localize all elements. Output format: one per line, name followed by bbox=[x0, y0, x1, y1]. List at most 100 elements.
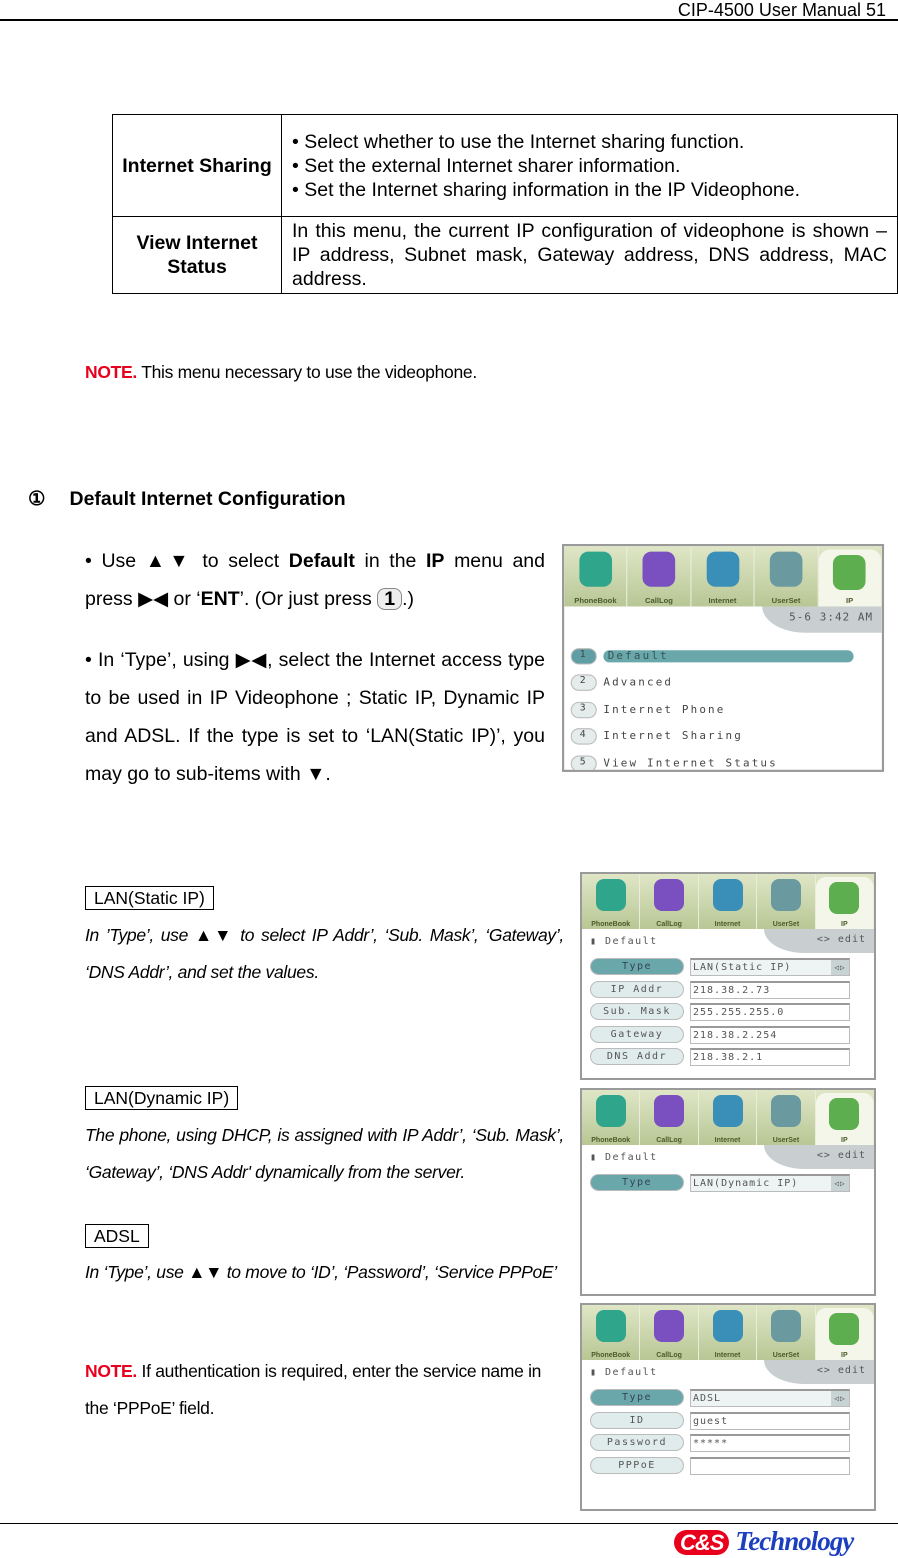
field-label[interactable]: ID bbox=[590, 1411, 684, 1429]
left-right-arrow-icon[interactable]: ◁▷ bbox=[831, 960, 849, 975]
menu-number: 5 bbox=[570, 754, 597, 770]
note: NOTE. If authentication is required, ent… bbox=[85, 1353, 564, 1427]
tab-userset[interactable]: UserSet bbox=[757, 1305, 816, 1360]
tab-label: Internet bbox=[714, 1137, 741, 1144]
tab-label: Internet bbox=[714, 1352, 741, 1359]
tab-calllog[interactable]: CallLog bbox=[628, 546, 692, 607]
field-value[interactable]: 218.38.2.254 bbox=[690, 1025, 850, 1044]
menu-item[interactable]: 3 Internet Phone bbox=[570, 701, 726, 719]
instruction-paragraph: • In ‘Type’, using ▶◀, select the Intern… bbox=[85, 649, 545, 785]
tab-bar: PhoneBook CallLog Internet UserSet IP bbox=[564, 546, 882, 607]
mode-label: LAN(Dynamic IP) bbox=[85, 1086, 239, 1110]
table-row: Internet Sharing • Select whether to use… bbox=[112, 114, 898, 217]
page-header: CIP-4500 User Manual 51 bbox=[677, 0, 886, 20]
tab-calllog[interactable]: CallLog bbox=[640, 1090, 699, 1145]
tab-userset[interactable]: UserSet bbox=[757, 874, 816, 929]
userset-icon bbox=[769, 551, 803, 587]
tab-label: PhoneBook bbox=[591, 1137, 631, 1144]
ip-icon bbox=[829, 1098, 860, 1130]
calllog-icon bbox=[654, 1095, 685, 1127]
field-label[interactable]: Type bbox=[590, 1389, 684, 1406]
tab-phonebook[interactable]: PhoneBook bbox=[582, 1305, 641, 1360]
field-label[interactable]: Type bbox=[590, 958, 684, 975]
tab-phonebook[interactable]: PhoneBook bbox=[564, 546, 628, 607]
tab-userset[interactable]: UserSet bbox=[755, 546, 819, 607]
menu-description-table: Internet Sharing • Select whether to use… bbox=[112, 114, 898, 294]
field-value[interactable]: LAN(Dynamic IP) ◁▷ bbox=[690, 1174, 850, 1192]
field-label[interactable]: Sub. Mask bbox=[590, 1003, 684, 1020]
left-right-arrow-icon[interactable]: ◁▷ bbox=[831, 1176, 849, 1191]
tab-internet[interactable]: Internet bbox=[699, 874, 758, 929]
mode-description: In ‘Type’, use ▲▼ to move to ‘ID’, ‘Pass… bbox=[85, 1262, 557, 1282]
section-heading: ① Default Internet Configuration bbox=[28, 487, 346, 511]
row-value: In this menu, the current IP configurati… bbox=[281, 216, 898, 294]
menu-number: 1 bbox=[570, 647, 597, 665]
text: .) bbox=[402, 588, 414, 610]
field-label[interactable]: Password bbox=[590, 1434, 684, 1451]
edit-hint: <> edit bbox=[764, 929, 874, 953]
menu-item[interactable]: 2 Advanced bbox=[570, 674, 673, 692]
tab-label: PhoneBook bbox=[591, 921, 631, 928]
menu-item[interactable]: 4 Internet Sharing bbox=[570, 728, 743, 746]
tab-userset[interactable]: UserSet bbox=[757, 1090, 816, 1145]
tab-ip[interactable]: IP bbox=[818, 549, 882, 607]
section-number: ① bbox=[28, 488, 46, 510]
row-key: View Internet Status bbox=[112, 216, 282, 294]
field-value[interactable] bbox=[690, 1456, 850, 1475]
field-value[interactable]: LAN(Static IP) ◁▷ bbox=[690, 958, 850, 976]
mode-description: The phone, using DHCP, is assigned with … bbox=[85, 1125, 564, 1182]
mode-description: In ’Type’, use ▲▼ to select IP Addr’, ‘S… bbox=[85, 925, 564, 982]
section-title: Default Internet Configuration bbox=[69, 488, 346, 510]
tab-phonebook[interactable]: PhoneBook bbox=[582, 874, 641, 929]
date-time: 5-6 3:42 AM bbox=[762, 606, 882, 633]
tab-bar: PhoneBook CallLog Internet UserSet IP bbox=[582, 1305, 874, 1360]
field-label[interactable]: IP Addr bbox=[590, 980, 684, 998]
tab-bar: PhoneBook CallLog Internet UserSet IP bbox=[582, 874, 874, 929]
ip-icon bbox=[829, 882, 860, 914]
key-1-icon: 1 bbox=[377, 588, 403, 610]
note-label: NOTE. bbox=[85, 1361, 137, 1381]
tab-phonebook[interactable]: PhoneBook bbox=[582, 1090, 641, 1145]
field-value[interactable]: 218.38.2.73 bbox=[690, 980, 850, 999]
field-value[interactable]: ***** bbox=[690, 1434, 850, 1452]
phonebook-icon bbox=[595, 879, 626, 911]
text: • Use ▲▼ to select bbox=[85, 550, 289, 572]
instruction-paragraph: • Use ▲▼ to select Default in the IP men… bbox=[85, 542, 545, 618]
menu-item[interactable]: 1 Default bbox=[570, 647, 854, 665]
note: NOTE. This menu necessary to use the vid… bbox=[85, 362, 477, 383]
field-value[interactable]: ADSL ◁▷ bbox=[690, 1389, 850, 1407]
tab-label: IP bbox=[841, 1352, 848, 1359]
internet-icon bbox=[712, 1310, 743, 1342]
tab-internet[interactable]: Internet bbox=[691, 546, 755, 607]
device-screen-ip-menu: PhoneBook CallLog Internet UserSet IP 5-6 3:4… bbox=[562, 544, 885, 772]
tab-ip[interactable]: IP bbox=[815, 1093, 874, 1145]
field-value[interactable]: 218.38.2.1 bbox=[690, 1048, 850, 1066]
tab-ip[interactable]: IP bbox=[815, 877, 874, 929]
tab-internet[interactable]: Internet bbox=[699, 1090, 758, 1145]
field-label[interactable]: Gateway bbox=[590, 1025, 684, 1043]
tab-ip[interactable]: IP bbox=[815, 1308, 874, 1360]
menu-item[interactable]: 5 View Internet Status bbox=[570, 754, 778, 770]
tab-calllog[interactable]: CallLog bbox=[640, 1305, 699, 1360]
field-value[interactable]: guest bbox=[690, 1411, 850, 1430]
tab-label: PhoneBook bbox=[591, 1352, 631, 1359]
text: ENT bbox=[200, 588, 240, 610]
userset-icon bbox=[770, 1095, 801, 1127]
field-label[interactable]: Type bbox=[590, 1174, 684, 1191]
tab-label: Internet bbox=[708, 597, 737, 606]
line: • Set the Internet sharing information i… bbox=[292, 178, 801, 201]
edit-hint: <> edit bbox=[764, 1360, 874, 1384]
company-logo: C&S Technology bbox=[674, 1526, 854, 1557]
field-label[interactable]: PPPoE bbox=[590, 1456, 684, 1474]
device-screen-adsl: PhoneBook CallLog Internet UserSet IP <> edit… bbox=[580, 1303, 876, 1511]
menu-number: 3 bbox=[570, 701, 597, 718]
mode-label: ADSL bbox=[85, 1224, 149, 1248]
userset-icon bbox=[770, 1310, 801, 1342]
row-key: Internet Sharing bbox=[112, 114, 282, 217]
left-right-arrow-icon[interactable]: ◁▷ bbox=[831, 1391, 849, 1406]
tab-calllog[interactable]: CallLog bbox=[640, 874, 699, 929]
field-value[interactable]: 255.255.255.0 bbox=[690, 1003, 850, 1021]
phonebook-icon bbox=[595, 1095, 626, 1127]
tab-internet[interactable]: Internet bbox=[699, 1305, 758, 1360]
field-label[interactable]: DNS Addr bbox=[590, 1048, 684, 1065]
